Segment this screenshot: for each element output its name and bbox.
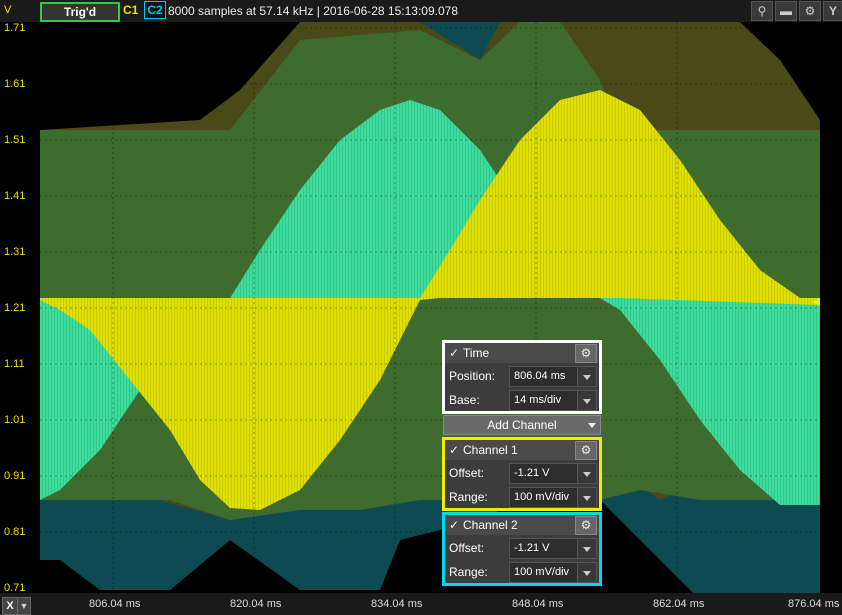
channel2-toggle[interactable]: C2 [144, 1, 166, 19]
offset-label: Offset: [449, 466, 485, 480]
chevron-down-icon [588, 423, 596, 428]
y-axis-button[interactable]: Y [823, 1, 842, 21]
gear-icon[interactable]: ⚙ [799, 1, 821, 21]
chevron-down-icon[interactable] [577, 464, 596, 483]
time-panel-title: Time [463, 346, 490, 360]
chevron-down-icon[interactable]: ▼ [17, 597, 31, 615]
waveform-plot[interactable] [0, 0, 842, 615]
position-value: 806.04 ms [514, 370, 566, 382]
offset-label: Offset: [449, 541, 485, 555]
y-tick-label: 1.61 [4, 78, 26, 90]
chevron-down-icon[interactable] [577, 488, 596, 507]
channel1-range-select[interactable]: 100 mV/div [509, 487, 597, 508]
chevron-down-icon[interactable] [577, 391, 596, 410]
y-tick-label: 1.71 [4, 22, 26, 34]
channel1-panel-title: Channel 1 [463, 443, 518, 457]
check-icon[interactable]: ✓ [449, 346, 459, 360]
range-label: Range: [449, 565, 488, 579]
channel2-range-select[interactable]: 100 mV/div [509, 562, 597, 583]
collapse-icon[interactable]: ▬ [775, 1, 797, 21]
base-value: 14 ms/div [514, 394, 562, 406]
position-select[interactable]: 806.04 ms [509, 366, 597, 387]
check-icon[interactable]: ✓ [449, 443, 459, 457]
chevron-down-icon[interactable] [577, 539, 596, 558]
offset-value: -1.21 V [514, 542, 550, 554]
base-label: Base: [449, 393, 480, 407]
time-panel: ✓ Time ⚙ Position: 806.04 ms Base: 14 ms… [442, 340, 602, 414]
check-icon[interactable]: ✓ [449, 518, 459, 532]
y-tick-label: 0.81 [4, 526, 26, 538]
gear-icon[interactable]: ⚙ [575, 344, 597, 363]
chevron-down-icon[interactable] [577, 367, 596, 386]
x-axis-button[interactable]: X [2, 597, 18, 615]
offset-value: -1.21 V [514, 467, 550, 479]
acquisition-info: 8000 samples at 57.14 kHz | 2016-06-28 1… [168, 4, 458, 18]
channel2-panel-header: ✓ Channel 2 ⚙ [445, 515, 599, 535]
y-axis-unit: V [4, 4, 12, 16]
range-label: Range: [449, 490, 488, 504]
channel2-panel-title: Channel 2 [463, 518, 518, 532]
channel1-panel-header: ✓ Channel 1 ⚙ [445, 440, 599, 460]
channel1-toggle[interactable]: C1 [123, 3, 138, 17]
range-value: 100 mV/div [514, 491, 570, 503]
y-tick-label: 1.51 [4, 134, 26, 146]
x-tick-label: 820.04 ms [230, 598, 282, 610]
channel2-offset-select[interactable]: -1.21 V [509, 538, 597, 559]
x-tick-label: 806.04 ms [89, 598, 141, 610]
base-select[interactable]: 14 ms/div [509, 390, 597, 411]
channel1-panel: ✓ Channel 1 ⚙ Offset: -1.21 V Range: 100… [442, 437, 602, 511]
add-channel-label: Add Channel [487, 418, 557, 432]
y-tick-label: 1.11 [4, 358, 25, 370]
x-tick-label: 876.04 ms [788, 598, 840, 610]
position-label: Position: [449, 369, 496, 383]
time-panel-header: ✓ Time ⚙ [445, 343, 599, 363]
zoom-icon[interactable]: ⚲ [751, 1, 773, 21]
x-tick-label: 848.04 ms [512, 598, 564, 610]
add-channel-button[interactable]: Add Channel [443, 415, 601, 435]
y-tick-label: 1.21 [4, 302, 26, 314]
range-value: 100 mV/div [514, 566, 570, 578]
gear-icon[interactable]: ⚙ [575, 441, 597, 460]
chevron-down-icon[interactable] [577, 563, 596, 582]
y-tick-label: 1.41 [4, 190, 26, 202]
y-tick-label: 1.01 [4, 414, 26, 426]
x-tick-label: 862.04 ms [653, 598, 705, 610]
channel2-panel: ✓ Channel 2 ⚙ Offset: -1.21 V Range: 100… [442, 512, 602, 586]
trigger-status-button[interactable]: Trig'd [40, 2, 120, 22]
y-tick-label: 1.31 [4, 246, 26, 258]
y-tick-label: 0.91 [4, 470, 26, 482]
gear-icon[interactable]: ⚙ [575, 516, 597, 535]
x-tick-label: 834.04 ms [371, 598, 423, 610]
channel1-offset-select[interactable]: -1.21 V [509, 463, 597, 484]
